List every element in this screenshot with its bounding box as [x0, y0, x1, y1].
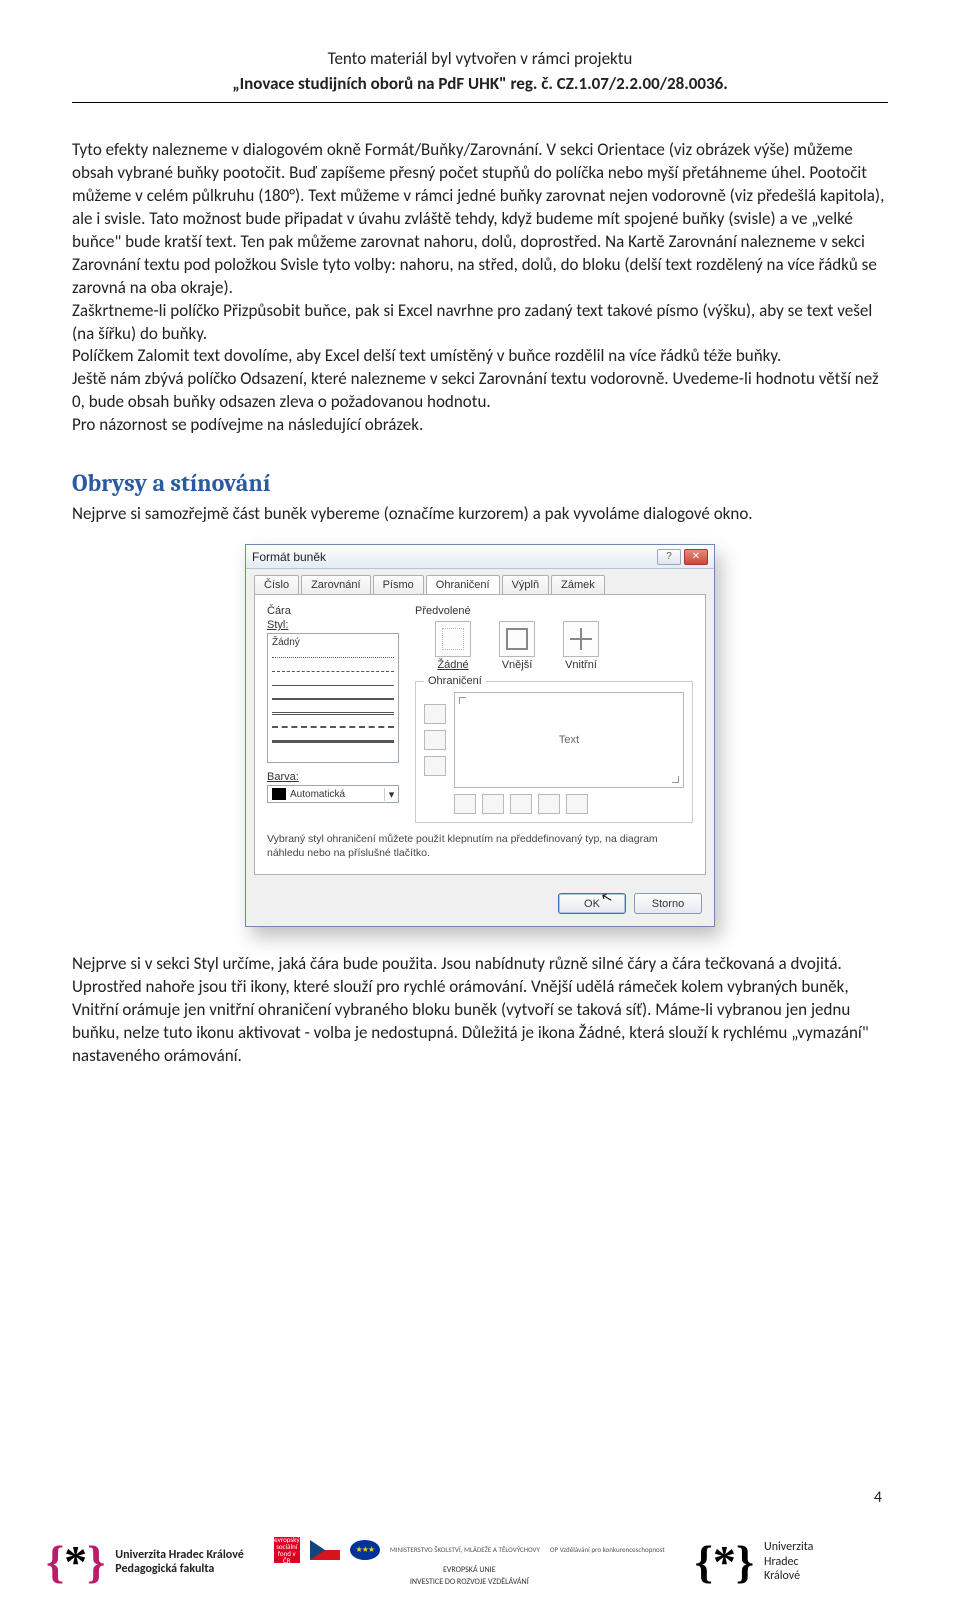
border-diag-up-button[interactable] — [454, 794, 476, 814]
msmt-label: MINISTERSTVO ŠKOLSTVÍ, MLÁDEŽE A TĚLOVÝC… — [390, 1546, 540, 1553]
cancel-button[interactable]: Storno — [634, 893, 702, 914]
preset-inner[interactable]: Vnitřní — [563, 621, 599, 671]
paragraph: Tyto efekty nalezneme v dialogovém okně … — [72, 139, 888, 300]
flag-eu-icon: ★★★ — [350, 1540, 380, 1560]
tab-alignment[interactable]: Zarovnání — [301, 575, 371, 594]
preview-text: Text — [559, 734, 579, 746]
preset-inner-label: Vnitřní — [565, 659, 597, 671]
body-text: Tyto efekty nalezneme v dialogovém okně … — [72, 139, 888, 437]
tab-border[interactable]: Ohraničení — [426, 575, 500, 594]
page-number: 4 — [874, 1488, 882, 1507]
asterisk-icon: {*} — [695, 1544, 754, 1581]
section-heading: Obrysy a stínování — [72, 469, 888, 497]
border-right-button[interactable] — [538, 794, 560, 814]
invest-label: INVESTICE DO ROZVOJE VZDĚLÁVÁNÍ — [410, 1577, 529, 1587]
tab-fill[interactable]: Výplň — [502, 575, 550, 594]
dialog-title: Formát buněk — [252, 550, 654, 564]
header-rule — [72, 102, 888, 103]
color-value: Automatická — [290, 789, 384, 800]
asterisk-icon: {*} — [46, 1544, 105, 1581]
format-cells-dialog: Formát buněk ? ✕ Číslo Zarovnání Písmo O… — [245, 544, 715, 927]
presets-label: Předvolené — [415, 605, 693, 617]
style-none-option[interactable]: Žádný — [268, 634, 398, 650]
style-label: Styl: — [267, 619, 405, 631]
paragraph: Nejprve si samozřejmě část buněk vyberem… — [72, 503, 888, 526]
border-bottom-button[interactable] — [424, 756, 446, 776]
tab-protection[interactable]: Zámek — [551, 575, 605, 594]
tab-font[interactable]: Písmo — [373, 575, 424, 594]
border-diag-down-button[interactable] — [566, 794, 588, 814]
flag-cz-icon — [310, 1540, 340, 1560]
paragraph: Ještě nám zbývá políčko Odsazení, které … — [72, 368, 888, 414]
paragraph: Pro názornost se podívejme na následujíc… — [72, 414, 888, 437]
border-left-button[interactable] — [482, 794, 504, 814]
footer: {*} Univerzita Hradec Králové Pedagogick… — [0, 1519, 960, 1605]
close-button[interactable]: ✕ — [684, 549, 708, 565]
border-group: Ohraničení Text ↖ — [415, 681, 693, 823]
hint-text: Vybraný styl ohraničení můžete použít kl… — [267, 833, 693, 860]
color-swatch — [272, 788, 286, 800]
preset-outer-icon — [506, 628, 528, 650]
header-line1: Tento materiál byl vytvořen v rámci proj… — [72, 48, 888, 69]
preset-outer-label: Vnější — [502, 659, 533, 671]
preset-inner-icon — [570, 628, 592, 650]
border-top-button[interactable] — [424, 704, 446, 724]
preset-none-icon — [442, 628, 464, 650]
tab-strip: Číslo Zarovnání Písmo Ohraničení Výplň Z… — [246, 569, 714, 594]
uhk-pdf-logo: {*} Univerzita Hradec Králové Pedagogick… — [46, 1544, 244, 1581]
uhk-logo: {*} Univerzita Hradec Králové — [695, 1540, 814, 1583]
border-middle-v-button[interactable] — [510, 794, 532, 814]
esf-logo: evropský sociální fond v ČR — [274, 1537, 300, 1563]
tab-number[interactable]: Číslo — [254, 575, 299, 594]
color-dropdown[interactable]: Automatická ▾ — [267, 785, 399, 803]
line-style-list[interactable]: Žádný — [267, 633, 399, 763]
paragraph: Nejprve si v sekci Styl určíme, jaká čár… — [72, 953, 888, 1068]
preset-none-label: Žádné — [437, 659, 468, 671]
eu-funding-block: evropský sociální fond v ČR ★★★ MINISTER… — [274, 1537, 665, 1587]
help-button[interactable]: ? — [657, 549, 681, 565]
dialog-titlebar[interactable]: Formát buněk ? ✕ — [246, 545, 714, 569]
border-middle-h-button[interactable] — [424, 730, 446, 750]
ok-button[interactable]: OK — [558, 893, 626, 914]
header-line2: „Inovace studijních oborů na PdF UHK" re… — [72, 73, 888, 94]
paragraph: Políčkem Zalomit text dovolíme, aby Exce… — [72, 345, 888, 368]
paragraph: Zaškrtneme-li políčko Přizpůsobit buňce,… — [72, 300, 888, 346]
line-label: Čára — [267, 605, 405, 617]
border-preview[interactable]: Text ↖ — [454, 692, 684, 788]
tab-panel-border: Čára Styl: Žádný Barva: — [254, 594, 706, 875]
color-label: Barva: — [267, 771, 405, 783]
eu-label: EVROPSKÁ UNIE — [443, 1565, 496, 1575]
preset-none[interactable]: Žádné — [435, 621, 471, 671]
border-group-legend: Ohraničení — [424, 675, 486, 687]
chevron-down-icon: ▾ — [384, 788, 398, 801]
opvk-label: OP Vzdělávání pro konkurenceschopnost — [550, 1546, 665, 1553]
preset-outer[interactable]: Vnější — [499, 621, 535, 671]
